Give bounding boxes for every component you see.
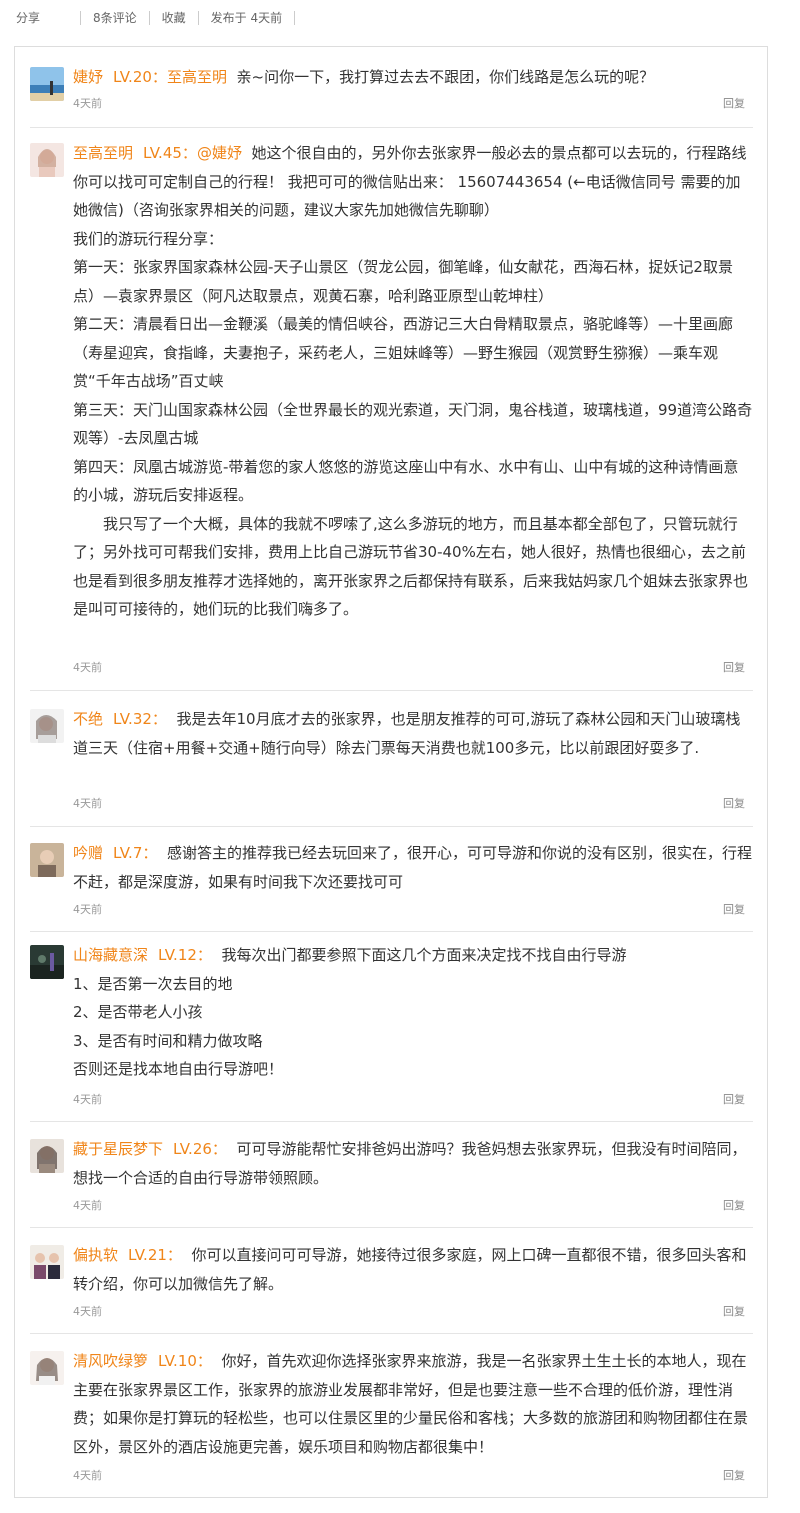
comment-divider	[30, 1121, 753, 1122]
comment-username[interactable]: 清风吹绿箩	[73, 1352, 148, 1370]
comment-text: 第四天：凤凰古城游览-带着您的家人悠悠的游览这座山中有水、水中有山、山中有城的这…	[73, 457, 739, 505]
comment-divider	[30, 931, 753, 932]
reply-target-user[interactable]: @婕妤	[197, 144, 242, 162]
comment-text: 第二天：清晨看日出—金鞭溪（最美的情侣峡谷，西游记三大白骨精取景点，骆驼峰等）—…	[73, 315, 734, 390]
comment-divider	[30, 826, 753, 827]
comment-text: 3、是否有时间和精力做攻略	[73, 1031, 263, 1050]
favorite-link[interactable]: 收藏	[150, 11, 199, 25]
comment-time: 4天前	[73, 1199, 102, 1212]
reply-target-user[interactable]: 至高至明	[167, 68, 227, 86]
comment-text: 我只写了一个大概，具体的我就不啰嗦了,这么多游玩的地方，而且基本都全部包了，只管…	[73, 514, 749, 619]
user-level-badge: LV.45	[143, 144, 182, 162]
comment-meta: 4天前 回复	[73, 1197, 753, 1215]
comment-body: 偏执软 LV.21： 你可以直接问可可导游，她接待过很多家庭，网上口碑一直都很不错…	[73, 1246, 747, 1293]
woman-avatar-icon[interactable]	[30, 143, 64, 177]
posted-time: 发布于 4天前	[199, 11, 296, 25]
woman-avatar-icon[interactable]	[30, 709, 64, 743]
comment-text: 1、是否第一次去目的地	[73, 974, 233, 993]
comment-body: 吟赠 LV.7： 感谢答主的推荐我已经去玩回来了，很开心，可可导游和你说的没有区别…	[73, 844, 752, 891]
user-level-badge: LV.20	[113, 68, 152, 86]
reply-separator: ：	[151, 68, 167, 86]
comment-text: 我们的游玩行程分享：	[73, 229, 224, 248]
comment-time: 4天前	[73, 1305, 102, 1318]
comment-username[interactable]: 婕妤	[73, 68, 103, 86]
user-level-badge: LV.32	[113, 710, 152, 728]
beach-avatar-icon[interactable]	[30, 67, 64, 101]
comment-body: 至高至明 LV.45：@婕妤 她这个很自由的，另外你去张家界一般必去的景点都可以去…	[73, 139, 753, 624]
comment-time: 4天前	[73, 1469, 102, 1482]
reply-button[interactable]: 回复	[723, 1467, 745, 1483]
reply-separator: ：	[181, 144, 197, 162]
comment-meta: 4天前 回复	[73, 1467, 753, 1485]
comment-meta: 4天前 回复	[73, 795, 753, 813]
person-avatar-icon[interactable]	[30, 843, 64, 877]
comment-username[interactable]: 吟赠	[73, 844, 103, 862]
comment-body: 婕妤 LV.20：至高至明 亲~问你一下，我打算过去去不跟团，你们线路是怎么玩的呢…	[73, 63, 753, 92]
reply-button[interactable]: 回复	[723, 795, 745, 811]
comment-username[interactable]: 不绝	[73, 710, 103, 728]
reply-button[interactable]: 回复	[723, 1197, 745, 1213]
dark-scene-avatar-icon[interactable]	[30, 945, 64, 979]
reply-button[interactable]: 回复	[723, 95, 745, 111]
comment-username[interactable]: 至高至明	[73, 144, 133, 162]
user-level-badge: LV.10	[158, 1352, 197, 1370]
reply-button[interactable]: 回复	[723, 901, 745, 917]
user-level-badge: LV.26	[173, 1140, 212, 1158]
comment-text: 第三天：天门山国家森林公园（全世界最长的观光索道，天门洞，鬼谷栈道，玻璃栈道，9…	[73, 400, 753, 448]
comment-time: 4天前	[73, 97, 102, 110]
comment-username[interactable]: 山海藏意深	[73, 946, 148, 964]
user-level-badge: LV.12	[158, 946, 197, 964]
comment-body: 藏于星辰梦下 LV.26： 可可导游能帮忙安排爸妈出游吗？我爸妈想去张家界玩，但我…	[73, 1140, 747, 1187]
comment-text: 2、是否带老人小孩	[73, 1003, 203, 1021]
user-level-badge: LV.21	[128, 1246, 167, 1264]
reply-button[interactable]: 回复	[723, 659, 745, 675]
post-action-bar: 分享 8条评论 收藏 发布于 4天前	[0, 0, 800, 36]
comments-count-link[interactable]: 8条评论	[81, 11, 150, 25]
reply-button[interactable]: 回复	[723, 1091, 745, 1107]
comment-text: 否则还是找本地自由行导游吧！	[73, 1060, 284, 1078]
comment-time: 4天前	[73, 797, 102, 810]
woman-avatar-icon[interactable]	[30, 1351, 64, 1385]
comment-username[interactable]: 藏于星辰梦下	[73, 1140, 163, 1158]
comment-divider	[30, 127, 753, 128]
comment-text: 亲~问你一下，我打算过去去不跟团，你们线路是怎么玩的呢？	[236, 68, 655, 86]
comment-divider	[30, 690, 753, 691]
comment-time: 4天前	[73, 903, 102, 916]
comment-text: 第一天：张家界国家森林公园-天子山景区（贺龙公园，御笔峰，仙女献花，西海石林，捉…	[73, 258, 733, 305]
comment-divider	[30, 1227, 753, 1228]
comment-time: 4天前	[73, 661, 102, 674]
comment-body: 山海藏意深 LV.12： 我每次出门都要参照下面这几个方面来决定找不找自由行导游 …	[73, 941, 753, 1084]
comment-meta: 4天前 回复	[73, 1303, 753, 1321]
comment-time: 4天前	[73, 1093, 102, 1106]
user-level-badge: LV.7	[113, 844, 143, 862]
comment-divider	[30, 1333, 753, 1334]
comment-meta: 4天前 回复	[73, 95, 753, 113]
comment-meta: 4天前 回复	[73, 1091, 753, 1109]
comment-text: 我每次出门都要参照下面这几个方面来决定找不找自由行导游	[221, 946, 627, 964]
comment-text: 我是去年10月底才去的张家界，也是朋友推荐的可可,游玩了森林公园和天门山玻璃栈道…	[73, 710, 741, 757]
reply-button[interactable]: 回复	[723, 1303, 745, 1319]
comment-meta: 4天前 回复	[73, 901, 753, 919]
girl-avatar-icon[interactable]	[30, 1139, 64, 1173]
share-link[interactable]: 分享	[0, 11, 82, 25]
comment-list-panel: 婕妤 LV.20：至高至明 亲~问你一下，我打算过去去不跟团，你们线路是怎么玩的呢…	[14, 46, 768, 1498]
comment-body: 不绝 LV.32： 我是去年10月底才去的张家界，也是朋友推荐的可可,游玩了森林公…	[73, 710, 741, 757]
comment-body: 清风吹绿箩 LV.10： 你好，首先欢迎你选择张家界来旅游，我是一名张家界土生土长…	[73, 1352, 749, 1456]
comment-username[interactable]: 偏执软	[73, 1246, 118, 1264]
group-avatar-icon[interactable]	[30, 1245, 64, 1279]
comment-meta: 4天前 回复	[73, 659, 753, 677]
comment-text: 感谢答主的推荐我已经去玩回来了，很开心，可可导游和你说的没有区别，很实在，行程不…	[73, 844, 752, 891]
